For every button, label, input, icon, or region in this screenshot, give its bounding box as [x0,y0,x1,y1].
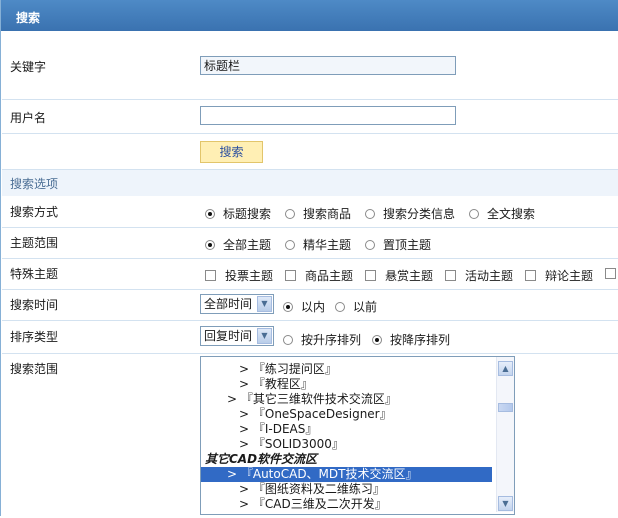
radio[interactable] [335,301,345,312]
search-mode-option-fulltext[interactable]: 全文搜索 [469,205,535,222]
username-label: 用户名 [10,111,47,125]
topic-scope-option-digest[interactable]: 精华主题 [285,236,351,253]
panel-header: 搜索 [1,0,618,31]
list-item[interactable]: > 『I-DEAS』 [201,422,492,437]
scrollbar-thumb[interactable] [498,403,513,412]
forum-listbox[interactable]: > 『练习提问区』 > 『教程区』 > 『其它三维软件技术交流区』 > 『One… [200,356,515,515]
search-range-label: 搜索范围 [10,362,59,376]
radio[interactable] [285,239,295,250]
list-item[interactable]: > 『练习提问区』 [201,362,492,377]
special-topic-reward[interactable]: 悬赏主题 [365,267,433,284]
search-time-select[interactable]: 全部时间 ▼ [200,294,274,314]
checkbox[interactable] [365,270,376,281]
radio[interactable] [283,334,293,345]
radio[interactable] [469,208,479,219]
list-item-selected[interactable]: > 『AutoCAD、MDT技术交流区』 [201,467,492,482]
username-input[interactable] [200,106,456,125]
listbox-scrollbar[interactable]: ▲ ▼ [496,357,514,512]
checkbox[interactable] [205,270,216,281]
topic-scope-option-sticky[interactable]: 置顶主题 [365,236,431,253]
search-time-label: 搜索时间 [10,298,59,312]
sort-type-select[interactable]: 回复时间 ▼ [200,326,274,346]
special-topic-debate[interactable]: 辩论主题 [525,267,593,284]
sort-type-label: 排序类型 [10,330,59,344]
special-topic-activity[interactable]: 活动主题 [445,267,513,284]
list-item[interactable]: > 『图纸资料及二维练习』 [201,482,492,497]
sort-option-ascending[interactable]: 按升序排列 [283,331,361,348]
scroll-down-icon[interactable]: ▼ [498,496,513,511]
list-item[interactable]: > 『其它三维软件技术交流区』 [201,392,492,407]
chevron-down-icon[interactable]: ▼ [257,296,272,312]
chevron-down-icon[interactable]: ▼ [257,328,272,344]
search-time-option-within[interactable]: 以内 [283,298,325,315]
list-item[interactable]: > 『教程区』 [201,377,492,392]
search-panel: 搜索 关键字 标题栏 用户名 搜索 搜索选项 搜索方式 标题搜索 搜索商品 搜索… [0,0,618,517]
list-item[interactable]: > 『OneSpaceDesigner』 [201,407,492,422]
search-time-option-before[interactable]: 以前 [335,298,377,315]
keyword-label: 关键字 [10,60,47,74]
radio-selected[interactable] [205,208,215,219]
topic-scope-option-all[interactable]: 全部主题 [205,236,271,253]
radio[interactable] [285,208,295,219]
list-item[interactable]: > 『SOLID3000』 [201,437,492,452]
options-section-header: 搜索选项 [2,169,618,197]
special-topic-product[interactable]: 商品主题 [285,267,353,284]
special-topic-poll[interactable]: 投票主题 [205,267,273,284]
search-mode-option-category[interactable]: 搜索分类信息 [365,205,455,222]
radio[interactable] [365,208,375,219]
topic-scope-label: 主题范围 [10,236,59,250]
checkbox[interactable] [445,270,456,281]
radio-selected[interactable] [283,301,293,312]
sort-option-descending[interactable]: 按降序排列 [372,331,450,348]
radio[interactable] [365,239,375,250]
scroll-up-icon[interactable]: ▲ [498,361,513,376]
options-section-title: 搜索选项 [10,177,59,191]
search-mode-option-title[interactable]: 标题搜索 [205,205,271,222]
button-row [2,134,618,168]
search-mode-label: 搜索方式 [10,205,59,219]
special-topics-label: 特殊主题 [10,267,59,281]
list-group-header: 其它CAD软件交流区 [205,452,318,466]
search-mode-option-product[interactable]: 搜索商品 [285,205,351,222]
checkbox[interactable] [285,270,296,281]
radio-selected[interactable] [372,334,382,345]
panel-title: 搜索 [16,11,41,25]
checkbox-overflow[interactable] [605,268,616,279]
list-item[interactable]: > 『CAD三维及二次开发』 [201,497,492,512]
search-button[interactable]: 搜索 [200,141,263,163]
keyword-input[interactable]: 标题栏 [200,56,456,75]
checkbox[interactable] [525,270,536,281]
radio-selected[interactable] [205,239,215,250]
